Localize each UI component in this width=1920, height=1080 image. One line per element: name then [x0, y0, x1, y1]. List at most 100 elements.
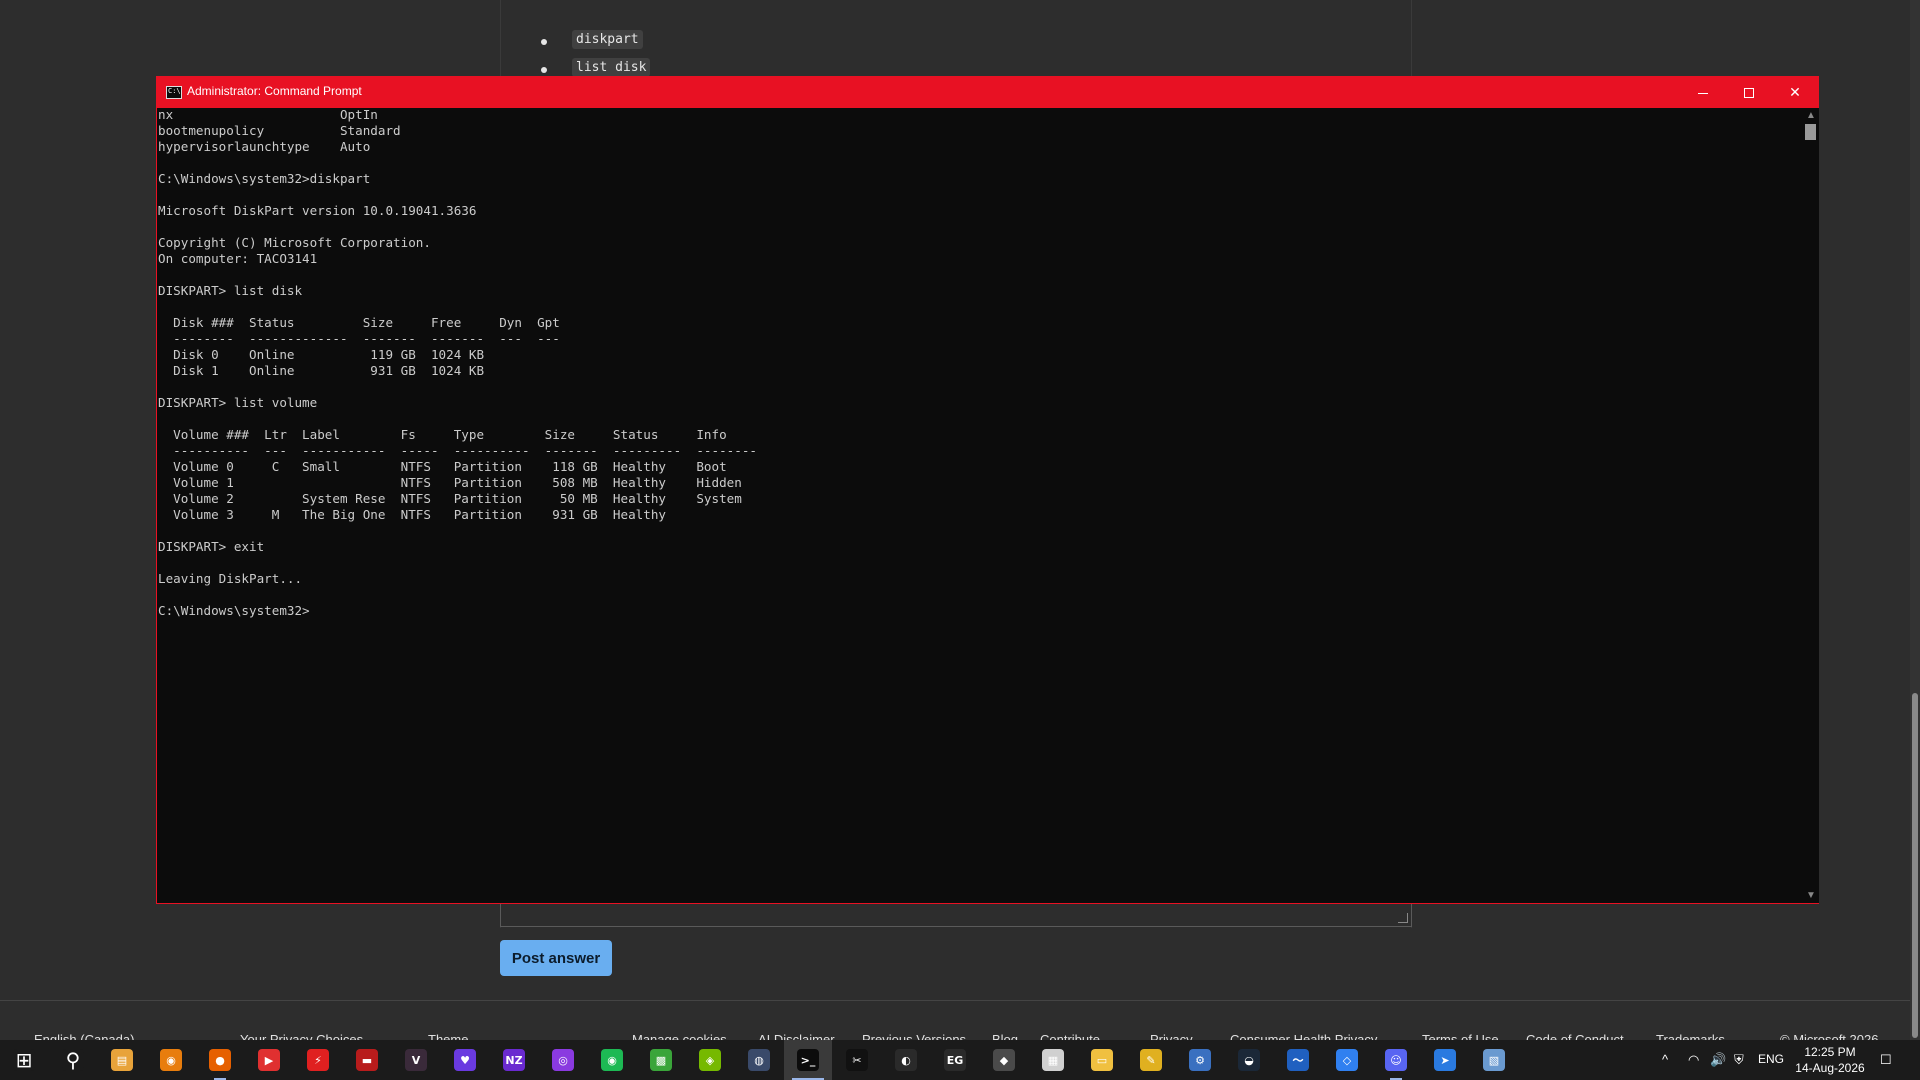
taskbar-button-purple-circle[interactable]: ◎ [539, 1040, 587, 1080]
taskbar-button-start[interactable]: ⊞ [0, 1040, 48, 1080]
theme-link[interactable]: Theme [428, 1032, 468, 1040]
taskbar-clock[interactable]: 12:25 PM 14-Aug-2026 [1790, 1044, 1870, 1076]
terminal-scroll-thumb[interactable] [1805, 124, 1816, 140]
footer-link[interactable]: Code of Conduct [1526, 1032, 1624, 1040]
taskbar-button-paint[interactable]: ✎ [1127, 1040, 1175, 1080]
taskbar-button-nzxt[interactable]: NZ [490, 1040, 538, 1080]
close-icon: ✕ [1789, 84, 1801, 100]
taskbar-button-media-app[interactable]: ▶ [245, 1040, 293, 1080]
close-button[interactable]: ✕ [1772, 77, 1818, 108]
capcut-icon: ✂ [846, 1049, 868, 1071]
taskbar-button-file-folder[interactable]: ▤ [98, 1040, 146, 1080]
maximize-icon [1744, 88, 1754, 99]
privacy-choices-link[interactable]: Your Privacy Choices [240, 1032, 363, 1040]
taskbar-button-obs[interactable]: ◐ [882, 1040, 930, 1080]
footer-link[interactable]: Terms of Use [1422, 1032, 1499, 1040]
language-link[interactable]: English (Canada) [34, 1032, 134, 1040]
tray-chevron-icon[interactable]: ^ [1662, 1052, 1668, 1067]
footer-link[interactable]: Trademarks [1656, 1032, 1725, 1040]
terminal-line: On computer: TACO3141 [158, 251, 318, 266]
answer-textarea[interactable] [500, 903, 1412, 927]
footer-link[interactable]: Manage cookies [632, 1032, 727, 1040]
footer-link[interactable]: Consumer Health Privacy [1230, 1032, 1377, 1040]
terminal-output[interactable]: nx OptIn bootmenupolicy Standard hyperviso… [157, 107, 1802, 903]
language-indicator[interactable]: ENG [1758, 1052, 1784, 1066]
thunder-app-icon: ⚡ [307, 1049, 329, 1071]
taskbar-button-capcut[interactable]: ✂ [833, 1040, 881, 1080]
terminal-line: Volume 1 NTFS Partition 508 MB Healthy H… [158, 475, 742, 490]
terminal-line: DISKPART> list disk [158, 283, 303, 298]
obs-icon: ◐ [895, 1049, 917, 1071]
terminal-line: Microsoft DiskPart version 10.0.19041.36… [158, 203, 477, 218]
taskbar-button-explorer[interactable]: ▭ [1078, 1040, 1126, 1080]
taskbar-button-heart-app[interactable]: ♥ [441, 1040, 489, 1080]
taskbar-button-epic-games[interactable]: EG [931, 1040, 979, 1080]
command-prompt-window[interactable]: Administrator: Command Prompt ✕ nx OptIn… [156, 76, 1819, 904]
unity-icon: ◆ [993, 1049, 1015, 1071]
taskbar-button-red-game[interactable]: ▬ [343, 1040, 391, 1080]
taskbar-button-health-app[interactable]: 〜 [1274, 1040, 1322, 1080]
terminal-line: bootmenupolicy Standard [158, 123, 401, 138]
footer-link[interactable]: Contribute [1040, 1032, 1100, 1040]
volume-icon[interactable]: 🔊 [1710, 1052, 1726, 1068]
firefox-icon: ● [209, 1049, 231, 1071]
terminal-line: Disk ### Status Size Free Dyn Gpt [158, 315, 560, 330]
taskbar-button-python[interactable]: ⚙ [1176, 1040, 1224, 1080]
health-app-icon: 〜 [1287, 1049, 1309, 1071]
footer-link[interactable]: Privacy [1150, 1032, 1193, 1040]
taskbar-button-thunder-app[interactable]: ⚡ [294, 1040, 342, 1080]
blue-app-icon: ▧ [1483, 1049, 1505, 1071]
page-scroll-thumb[interactable] [1912, 693, 1918, 1038]
taskbar-button-remote-app[interactable]: ➤ [1421, 1040, 1469, 1080]
taskbar-button-blender[interactable]: ◉ [147, 1040, 195, 1080]
terminal-line: Volume ### Ltr Label Fs Type Size Status… [158, 427, 727, 442]
taskbar-button-search[interactable]: ⚲ [49, 1040, 97, 1080]
heart-app-icon: ♥ [454, 1049, 476, 1071]
taskbar-button-steam[interactable]: ◒ [1225, 1040, 1273, 1080]
inline-code: list disk [572, 58, 651, 77]
spotify-icon: ◉ [601, 1049, 623, 1071]
taskbar-button-spotify[interactable]: ◉ [588, 1040, 636, 1080]
notifications-icon[interactable]: ☐ [1880, 1052, 1892, 1068]
taskbar-button-notepad[interactable]: ▦ [1029, 1040, 1077, 1080]
taskbar-button-firefox[interactable]: ● [196, 1040, 244, 1080]
taskbar-button-blue-app[interactable]: ▧ [1470, 1040, 1518, 1080]
post-answer-button[interactable]: Post answer [500, 940, 612, 976]
terminal-scrollbar[interactable]: ▲ ▼ [1802, 108, 1819, 903]
resolve-icon: ◍ [748, 1049, 770, 1071]
footer-link[interactable]: Previous Versions [862, 1032, 966, 1040]
resize-grip-icon[interactable] [1398, 913, 1408, 923]
taskbar-button-v-app[interactable]: V [392, 1040, 440, 1080]
security-icon[interactable]: ⛨ [1734, 1052, 1744, 1068]
terminal-line: Volume 3 M The Big One NTFS Partition 93… [158, 507, 666, 522]
start-icon: ⊞ [13, 1048, 35, 1072]
terminal-line: -------- ------------- ------- ------- -… [158, 331, 560, 346]
roblox-icon: ◇ [1336, 1049, 1358, 1071]
python-icon: ⚙ [1189, 1049, 1211, 1071]
taskbar-button-nvidia[interactable]: ◈ [686, 1040, 734, 1080]
terminal-line: Copyright (C) Microsoft Corporation. [158, 235, 431, 250]
footer-link[interactable]: AI Disclaimer [758, 1032, 835, 1040]
minimize-button[interactable] [1680, 77, 1726, 108]
taskbar-button-minecraft[interactable]: ▩ [637, 1040, 685, 1080]
taskbar-button-discord[interactable]: ☺ [1372, 1040, 1420, 1080]
scroll-down-icon[interactable]: ▼ [1806, 890, 1816, 901]
copyright-text: © Microsoft 2026 [1780, 1032, 1879, 1040]
maximize-button[interactable] [1726, 77, 1772, 108]
taskbar-button-resolve[interactable]: ◍ [735, 1040, 783, 1080]
window-titlebar[interactable]: Administrator: Command Prompt ✕ [157, 77, 1818, 108]
taskbar-button-unity[interactable]: ◆ [980, 1040, 1028, 1080]
network-icon[interactable]: ◠ [1688, 1052, 1699, 1068]
page-footer: English (Canada) Your Privacy Choices Th… [0, 1020, 1910, 1040]
scroll-up-icon[interactable]: ▲ [1806, 110, 1816, 121]
footer-link[interactable]: Blog [992, 1032, 1018, 1040]
cmd-icon[interactable] [166, 86, 182, 99]
taskbar-button-terminal[interactable]: >_ [784, 1040, 832, 1080]
taskbar-button-roblox[interactable]: ◇ [1323, 1040, 1371, 1080]
terminal-line: DISKPART> list volume [158, 395, 318, 410]
